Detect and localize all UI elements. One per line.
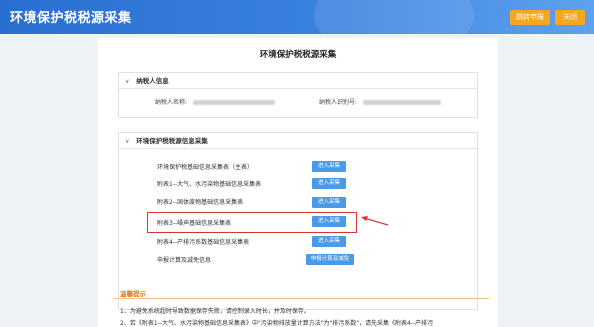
tips-title: 温馨提示	[120, 290, 146, 298]
taxpayer-name-field: 纳税人名称:	[155, 97, 275, 106]
taxpayer-id-label: 纳税人识别号:	[319, 99, 358, 106]
annotation-highlight-box	[147, 212, 357, 233]
app-title: 环境保护税税源采集	[10, 11, 132, 26]
taxpayer-info-panel: ∨ 纳税人信息 纳税人名称: 纳税人识别号:	[118, 72, 478, 118]
taxpayer-id-field: 纳税人识别号:	[319, 97, 441, 106]
jump-declare-button[interactable]: 跳转申报	[510, 10, 550, 25]
main-content: 环境保护税税源采集 ∨ 纳税人信息 纳税人名称: 纳税人识别号: ∨ 环境保护税…	[98, 38, 498, 327]
chevron-down-icon: ∨	[125, 78, 130, 85]
annotation-arrow-icon	[361, 216, 389, 226]
taxpayer-id-value-redacted	[362, 100, 441, 105]
row-label-main-table: 环境保护税基础信息采集表（主表）	[157, 164, 254, 171]
tip-item-1: 1、为避免系统超时导致数据保存失败，请控制录入时长，并及时保存。	[120, 308, 310, 315]
tax-source-panel-title: 环境保护税税源信息采集	[136, 137, 208, 145]
taxpayer-name-label: 纳税人名称:	[155, 99, 188, 106]
declare-calc-relief-button[interactable]: 申报计算及减免	[306, 254, 354, 265]
header-decoration	[314, 0, 474, 34]
tax-source-panel: ∨ 环境保护税税源信息采集 环境保护税基础信息采集表（主表） 进入采集 附表1-…	[118, 132, 478, 310]
taxpayer-panel-header[interactable]: ∨ 纳税人信息	[119, 73, 477, 89]
tips-divider	[114, 298, 489, 299]
enter-collect-annex1-button[interactable]: 进入采集	[312, 178, 346, 189]
page-title: 环境保护税税源采集	[259, 50, 337, 60]
tax-source-panel-header[interactable]: ∨ 环境保护税税源信息采集	[119, 133, 477, 149]
row-label-calc-relief: 申报计算及减免信息	[157, 257, 212, 264]
row-label-annex4: 附表4--产排污系数基础信息采集表	[157, 239, 250, 246]
row-label-annex2: 附表2--固体废物基础信息采集表	[157, 199, 244, 206]
taxpayer-name-value-redacted	[192, 100, 275, 105]
row-label-annex1: 附表1--大气、水污染物基础信息采集表	[157, 181, 262, 188]
enter-collect-annex4-button[interactable]: 进入采集	[312, 236, 346, 247]
enter-collect-main-button[interactable]: 进入采集	[312, 161, 346, 172]
close-button[interactable]: 关闭	[555, 10, 585, 25]
app-header: 环境保护税税源采集 跳转申报 关闭	[0, 0, 594, 34]
chevron-down-icon: ∨	[125, 138, 130, 145]
enter-collect-annex2-button[interactable]: 进入采集	[312, 197, 346, 208]
taxpayer-panel-title: 纳税人信息	[136, 77, 169, 85]
tip-item-2: 2、若《附表1--大气、水污染物基础信息采集表》中"污染物排放量计算方法"为"排…	[120, 320, 434, 327]
